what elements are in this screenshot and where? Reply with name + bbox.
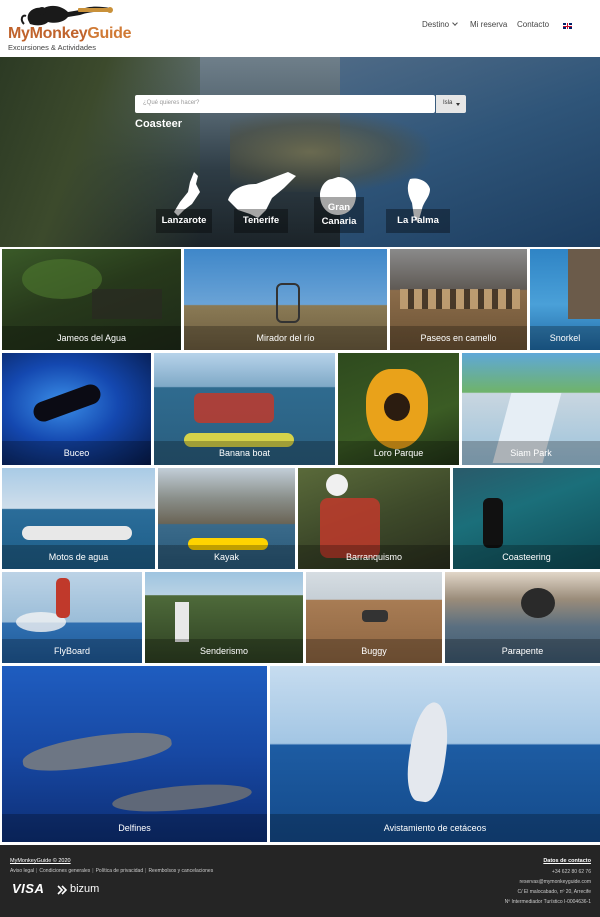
activity-label: Jameos del Agua [2,326,181,350]
activity-label: Delfines [2,814,267,842]
activity-tile[interactable]: Jameos del Agua [2,249,181,350]
footer-link-aviso-legal[interactable]: Aviso legal [10,868,34,874]
activity-tile[interactable]: Parapente [445,572,600,663]
activity-tile[interactable]: Senderismo [145,572,303,663]
activity-tile[interactable]: Barranquismo [298,468,450,569]
bizum-logo-icon [57,885,67,895]
logo-title: MyMonkeyGuide [8,25,132,42]
activity-label: Avistamiento de cetáceos [270,814,600,842]
island-la-palma[interactable]: La Palma [386,209,450,233]
footer-copyright[interactable]: MyMonkeyGuide © 2020 [10,858,71,864]
activity-tile[interactable]: Banana boat [154,353,335,465]
activity-tile[interactable]: FlyBoard [2,572,142,663]
activity-label: Kayak [158,545,295,569]
island-select[interactable]: Isla [436,95,466,113]
activity-tile[interactable]: Loro Parque [338,353,459,465]
activity-tile[interactable]: Siam Park [462,353,600,465]
footer-phone[interactable]: +34 622 80 62 76 [552,869,591,875]
activity-label: Mirador del río [184,326,387,350]
activity-label: Barranquismo [298,545,450,569]
search-input[interactable]: ¿Qué quieres hacer? [135,95,435,113]
activity-tile[interactable]: Kayak [158,468,295,569]
activity-tile[interactable]: Paseos en camello [390,249,527,350]
nav-mi-reserva[interactable]: Mi reserva [470,20,507,29]
activity-tile[interactable]: Snorkel [530,249,600,350]
activity-label: Buceo [2,441,151,465]
activity-label: Parapente [445,639,600,663]
nav-destino[interactable]: Destino [422,20,458,29]
activity-label: Banana boat [154,441,335,465]
activity-label: Buggy [306,639,442,663]
activity-tile[interactable]: Buceo [2,353,151,465]
uk-flag-icon[interactable] [563,23,572,29]
footer-links: Aviso legal | Condiciones generales | Políti… [10,868,214,874]
logo-subtitle: Excursiones & Actividades [8,43,96,52]
footer-link-reembolsos[interactable]: Reembolsos y cancelaciones [148,868,213,874]
activity-tile[interactable]: Avistamiento de cetáceos [270,666,600,842]
bizum-logo: bizum [70,883,100,895]
footer-link-condiciones[interactable]: Condiciones generales [39,868,90,874]
site-logo[interactable]: MyMonkeyGuide Excursiones & Actividades [8,2,132,52]
site-footer: MyMonkeyGuide © 2020 Aviso legal | Condici… [0,845,600,917]
nav-contacto[interactable]: Contacto [517,20,549,29]
search-placeholder: ¿Qué quieres hacer? [143,100,200,106]
caret-down-icon [456,103,460,106]
activity-tile[interactable]: Mirador del río [184,249,387,350]
activity-label: Snorkel [530,326,600,350]
activity-label: Loro Parque [338,441,459,465]
activity-label: Motos de agua [2,545,155,569]
site-header: MyMonkeyGuide Excursiones & Actividades … [0,0,600,57]
activity-label: Senderismo [145,639,303,663]
activity-tile[interactable]: Buggy [306,572,442,663]
hero-banner: ¿Qué quieres hacer? Isla Coasteer Lanzar… [0,57,600,247]
activity-label: Coasteering [453,545,600,569]
chevron-down-icon [452,20,458,26]
activity-tile[interactable]: Delfines [2,666,267,842]
footer-link-privacidad[interactable]: Política de privacidad [96,868,144,874]
activity-label: FlyBoard [2,639,142,663]
island-tenerife[interactable]: Tenerife [234,209,288,233]
visa-logo: VISA [12,881,45,896]
activity-label: Paseos en camello [390,326,527,350]
activity-label: Siam Park [462,441,600,465]
activity-tile[interactable]: Coasteering [453,468,600,569]
island-select-label: Isla [443,100,453,106]
footer-contact-title: Datos de contacto [543,858,591,864]
activity-tile[interactable]: Motos de agua [2,468,155,569]
island-gran-canaria[interactable]: Gran Canaria [314,197,364,233]
hero-typed-word: Coasteer [135,118,183,130]
footer-email[interactable]: reservas@mymonkeyguide.com [520,879,592,885]
footer-address: C/ El malocabado, nº 20, Arrecife [517,889,591,895]
footer-registry: Nº Intermediador Turístico I-0004636-1 [504,899,591,905]
island-lanzarote[interactable]: Lanzarote [156,209,212,233]
